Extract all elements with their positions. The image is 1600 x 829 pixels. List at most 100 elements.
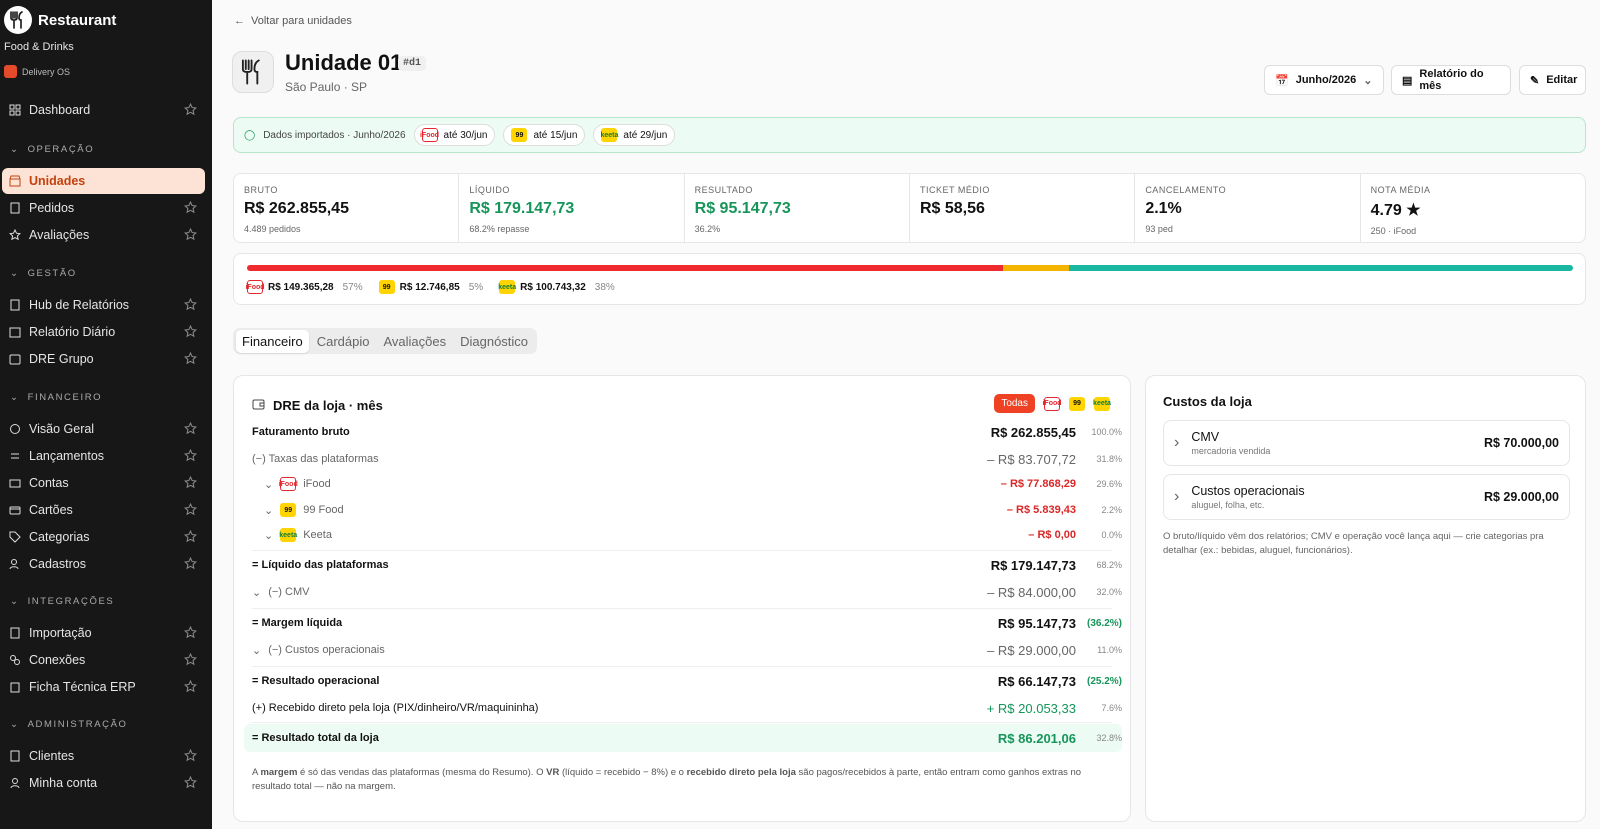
chevron-right-icon: › xyxy=(1174,434,1180,451)
star-icon[interactable] xyxy=(184,298,197,311)
row-label: (−) CMV xyxy=(268,586,310,598)
sidebar-item-categorias[interactable]: Categorias xyxy=(2,524,205,550)
dre-row-resultado: = Resultado operacional R$ 66.147,73 (25… xyxy=(244,668,1122,694)
kpi-nota: NOTA MÉDIA 4.79 ★ 250 · iFood xyxy=(1361,174,1585,242)
link-icon xyxy=(8,423,21,436)
fork-knife-icon xyxy=(241,59,260,85)
cost-item-operacionais[interactable]: › Custos operacionais aluguel, folha, etc… xyxy=(1163,474,1570,520)
app-switcher[interactable]: Delivery OS xyxy=(4,65,70,78)
sidebar-item-dashboard[interactable]: Dashboard xyxy=(2,97,205,123)
plug-icon xyxy=(8,654,21,667)
dre-row-ifood[interactable]: ⌄ iFood iFood – R$ 77.868,29 29.6% xyxy=(244,471,1122,497)
sidebar-item-unidades[interactable]: Unidades xyxy=(2,168,205,194)
section-integracoes[interactable]: ⌄ INTEGRAÇÕES xyxy=(10,596,114,607)
kpi-value: R$ 262.855,45 xyxy=(244,200,349,217)
note-text: é só das vendas das plataformas (mesma d… xyxy=(297,767,547,778)
kpi-value: R$ 95.147,73 xyxy=(694,200,791,217)
sidebar-item-dre[interactable]: DRE Grupo xyxy=(2,346,205,372)
star-icon[interactable] xyxy=(184,228,197,241)
calendar-icon xyxy=(8,326,21,339)
dre-row-cmv[interactable]: ⌄ (−) CMV – R$ 84.000,00 32.0% xyxy=(244,579,1122,605)
month-select[interactable]: 📅 Junho/2026 ⌄ xyxy=(1264,65,1384,95)
sidebar-item-ficha[interactable]: Ficha Técnica ERP xyxy=(2,674,205,700)
sidebar-item-clientes[interactable]: Clientes xyxy=(2,743,205,769)
section-label: INTEGRAÇÕES xyxy=(27,596,115,607)
sidebar-item-label: Cadastros xyxy=(29,557,86,571)
legend-pct: 57% xyxy=(342,281,363,293)
star-icon[interactable] xyxy=(184,749,197,762)
sidebar-item-avaliacoes[interactable]: Avaliações xyxy=(2,222,205,248)
star-icon[interactable] xyxy=(184,201,197,214)
row-value: – R$ 83.707,72 xyxy=(987,451,1076,467)
kpi-liquido: LÍQUIDO R$ 179.147,73 68.2% repasse xyxy=(459,174,685,242)
sidebar-item-conexoes[interactable]: Conexões xyxy=(2,647,205,673)
sidebar-item-contas[interactable]: Contas xyxy=(2,470,205,496)
star-icon[interactable] xyxy=(184,103,197,116)
sidebar-item-cadastros[interactable]: Cadastros xyxy=(2,551,205,577)
divider xyxy=(252,666,1112,667)
star-icon[interactable] xyxy=(184,653,197,666)
row-label: = Resultado operacional xyxy=(252,675,380,687)
star-icon[interactable] xyxy=(184,503,197,516)
filter-all-button[interactable]: Todas xyxy=(994,394,1035,413)
section-financeiro[interactable]: ⌄ FINANCEIRO xyxy=(10,392,102,403)
sidebar-item-label: Hub de Relatórios xyxy=(29,298,130,312)
row-label: Keeta xyxy=(303,529,332,541)
star-icon[interactable] xyxy=(184,626,197,639)
sidebar-item-diario[interactable]: Relatório Diário xyxy=(2,319,205,345)
99food-logo-icon: 99 xyxy=(511,128,528,142)
main-content: ← Voltar para unidades Unidade 01 #d1 Sã… xyxy=(212,0,1600,829)
sidebar-item-hub[interactable]: Hub de Relatórios xyxy=(2,292,205,318)
section-administracao[interactable]: ⌄ ADMINISTRAÇÃO xyxy=(10,719,128,730)
filter-keeta-button[interactable]: keeta xyxy=(1093,396,1111,411)
sidebar-item-minha-conta[interactable]: Minha conta xyxy=(2,770,205,796)
keeta-logo-icon: keeta xyxy=(600,128,618,142)
filter-ifood-button[interactable]: iFood xyxy=(1042,396,1062,411)
star-icon[interactable] xyxy=(184,422,197,435)
star-icon[interactable] xyxy=(184,352,197,365)
filter-99food-button[interactable]: 99 xyxy=(1069,396,1085,411)
sidebar-item-lancamentos[interactable]: Lançamentos xyxy=(2,443,205,469)
star-icon[interactable] xyxy=(184,557,197,570)
row-value: R$ 262.855,45 xyxy=(990,424,1076,440)
sidebar-item-visao[interactable]: Visão Geral xyxy=(2,416,205,442)
sidebar-item-cartoes[interactable]: Cartões xyxy=(2,497,205,523)
dre-footnote: A margem é só das vendas das plataformas… xyxy=(252,766,1112,794)
kpi-value: R$ 179.147,73 xyxy=(469,200,575,217)
section-operacao[interactable]: ⌄ OPERAÇÃO xyxy=(10,144,94,155)
cost-value: R$ 29.000,00 xyxy=(1483,490,1559,504)
star-icon[interactable] xyxy=(184,449,197,462)
back-link[interactable]: ← Voltar para unidades xyxy=(234,15,352,27)
edit-button[interactable]: ✎ Editar xyxy=(1519,65,1586,95)
sidebar-item-label: DRE Grupo xyxy=(29,352,94,366)
star-icon[interactable] xyxy=(184,530,197,543)
tab-cardapio[interactable]: Cardápio xyxy=(311,330,376,353)
month-report-button[interactable]: ▤ Relatório do mês xyxy=(1391,65,1511,95)
row-value: – R$ 5.839,43 xyxy=(1006,504,1076,516)
unit-location: São Paulo · SP xyxy=(285,80,368,94)
row-value: – R$ 77.868,29 xyxy=(1000,478,1076,490)
row-label: (+) Recebido direto pela loja (PIX/dinhe… xyxy=(252,702,539,714)
cost-item-cmv[interactable]: › CMV mercadoria vendida R$ 70.000,00 xyxy=(1163,420,1570,466)
sidebar-item-label: Lançamentos xyxy=(29,449,105,463)
kpi-label: NOTA MÉDIA xyxy=(1370,185,1431,195)
section-gestao[interactable]: ⌄ GESTÃO xyxy=(10,268,77,279)
dre-row-custos[interactable]: ⌄ (−) Custos operacionais – R$ 29.000,00 … xyxy=(244,637,1122,663)
bank-icon xyxy=(8,477,21,490)
section-label: OPERAÇÃO xyxy=(27,144,95,155)
sidebar-item-pedidos[interactable]: Pedidos xyxy=(2,195,205,221)
star-icon[interactable] xyxy=(184,476,197,489)
row-value: – R$ 0,00 xyxy=(1028,529,1076,541)
star-icon[interactable] xyxy=(184,680,197,693)
tab-financeiro[interactable]: Financeiro xyxy=(236,329,309,353)
tab-avaliacoes[interactable]: Avaliações xyxy=(377,330,452,353)
star-icon[interactable] xyxy=(184,776,197,789)
star-icon[interactable] xyxy=(184,325,197,338)
tab-diagnostico[interactable]: Diagnóstico xyxy=(454,330,534,353)
dre-row-99food[interactable]: ⌄ 99 99 Food – R$ 5.839,43 2.2% xyxy=(244,497,1122,523)
sidebar-item-importacao[interactable]: Importação xyxy=(2,620,205,646)
row-value: R$ 66.147,73 xyxy=(997,673,1076,689)
brand[interactable]: Restaurant xyxy=(4,6,116,34)
dre-row-keeta[interactable]: ⌄ keeta Keeta – R$ 0,00 0.0% xyxy=(244,522,1122,548)
check-circle-icon: ◯ xyxy=(244,129,256,141)
